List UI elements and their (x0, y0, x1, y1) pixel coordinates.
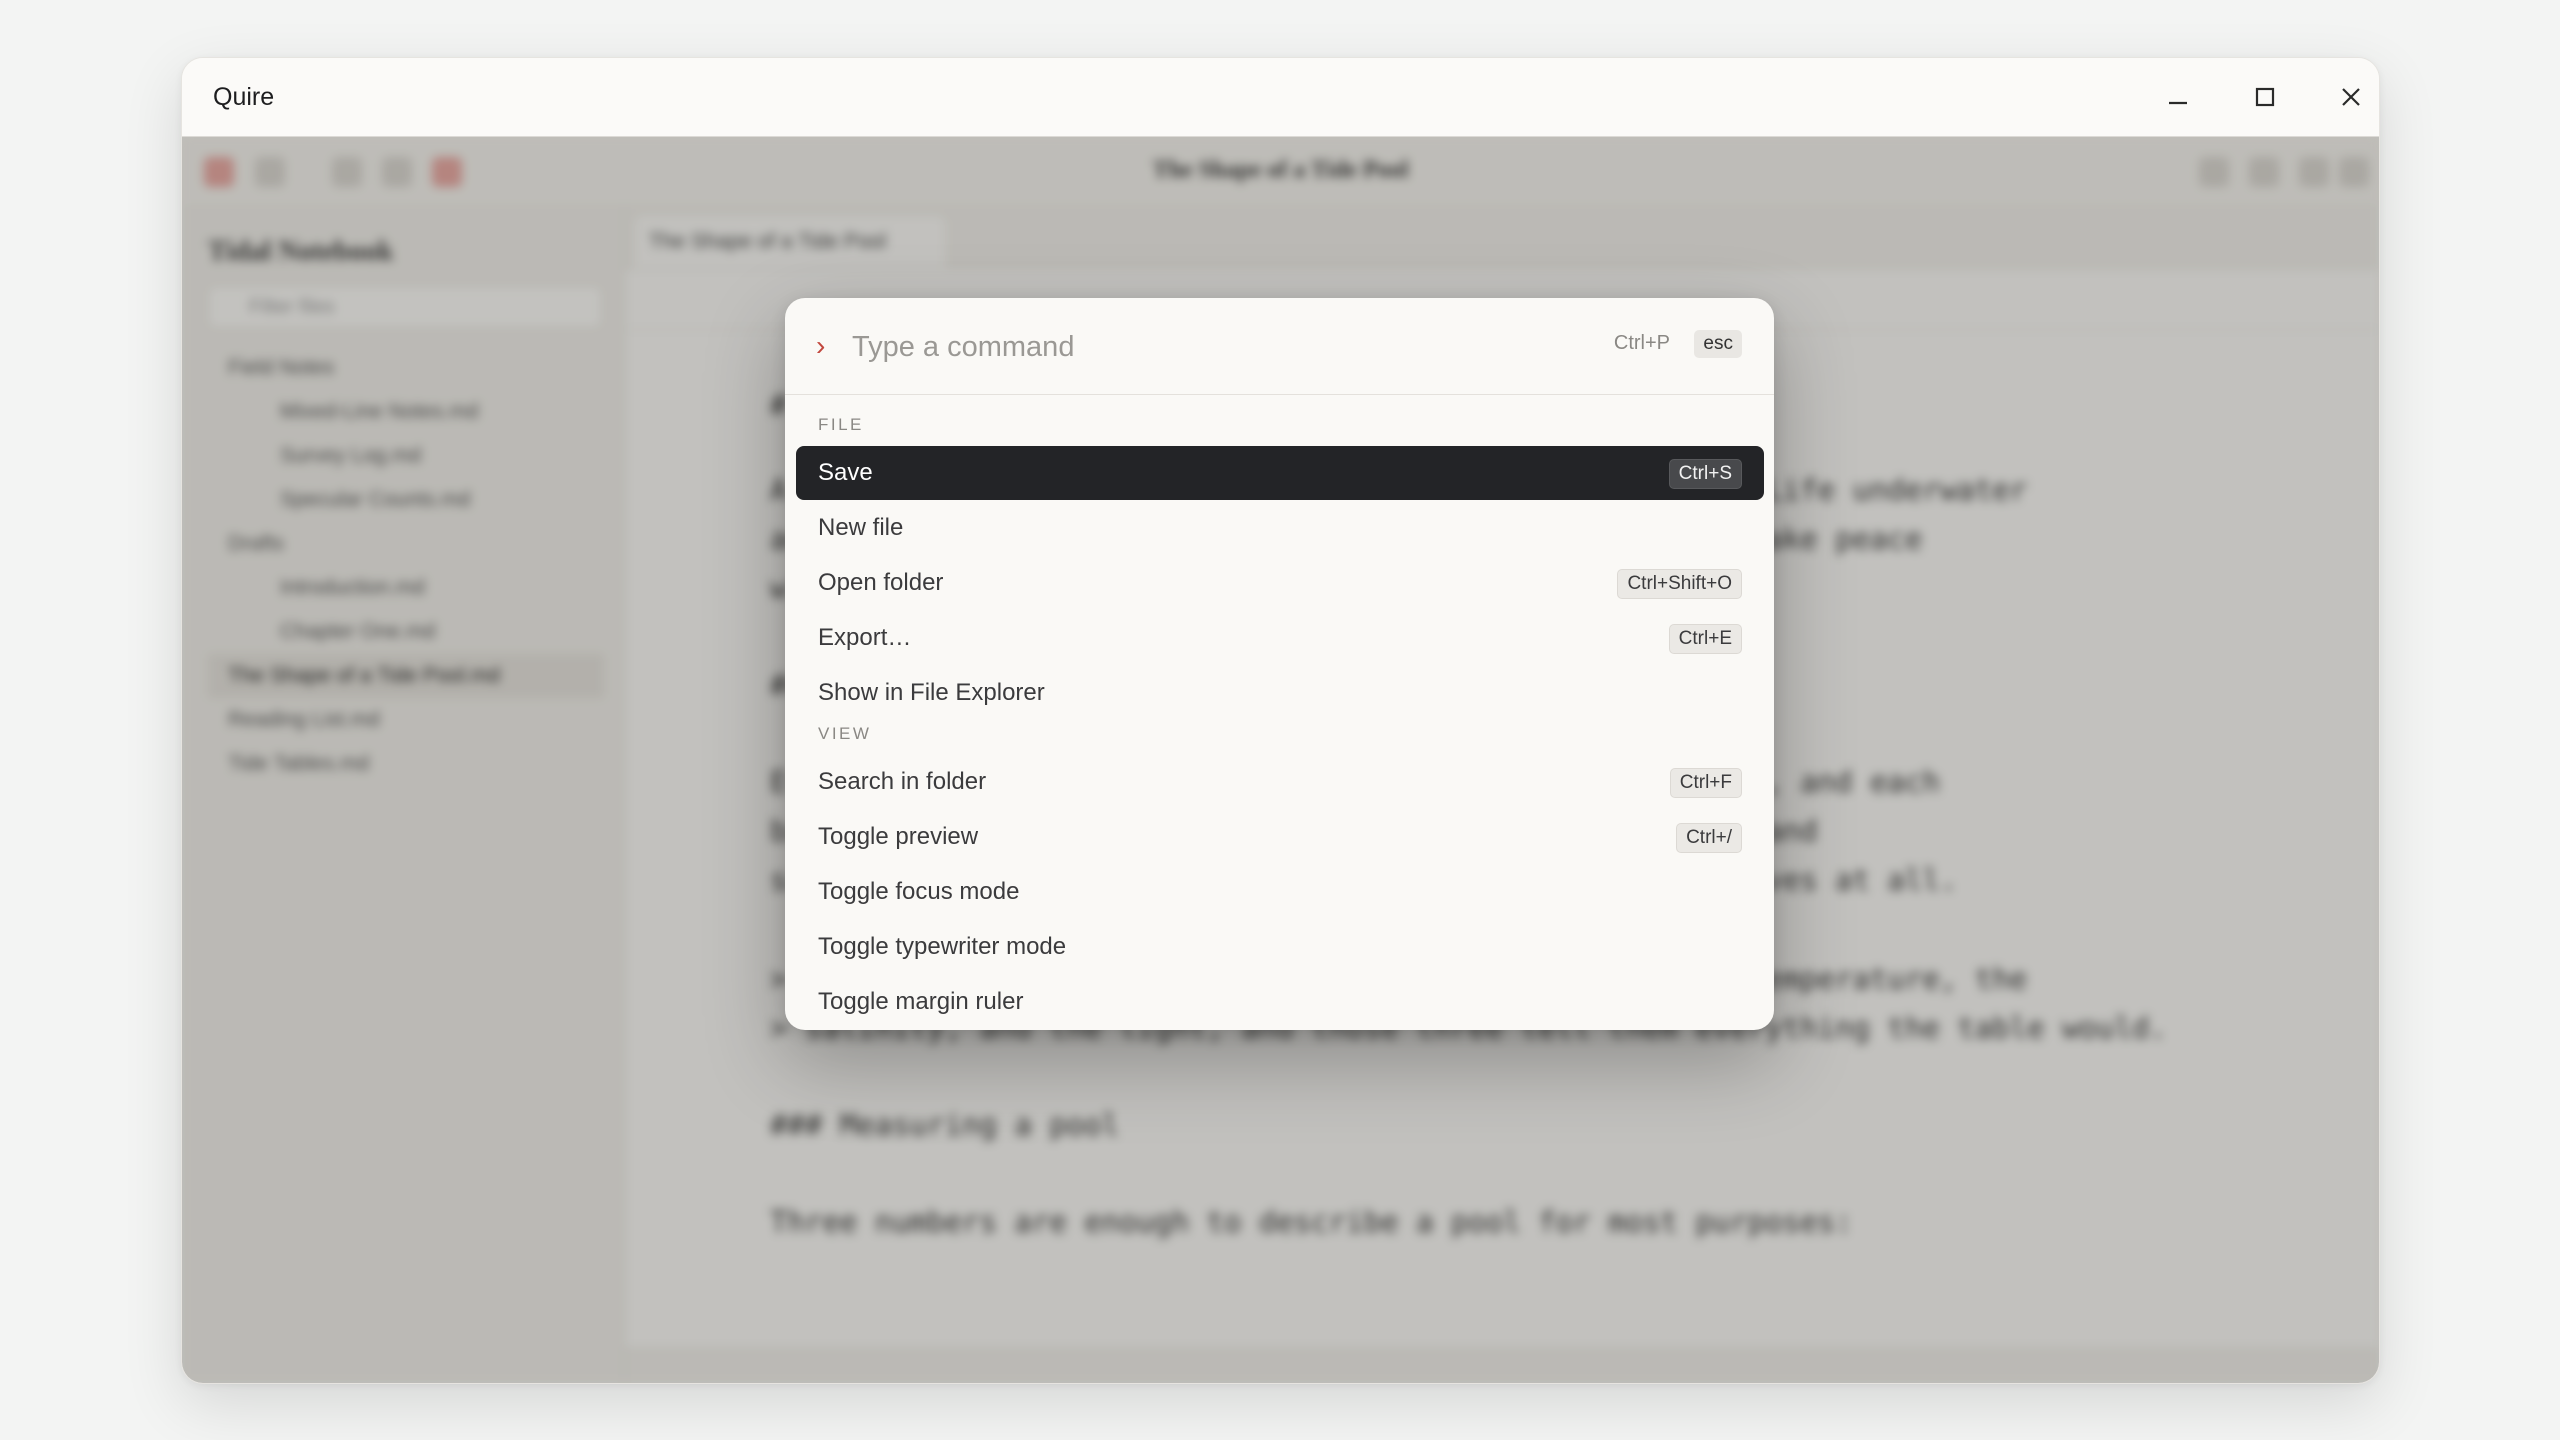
command-item[interactable]: New file (796, 501, 1764, 555)
command-label: New file (818, 514, 904, 541)
command-label: Toggle typewriter mode (818, 933, 1067, 960)
command-item[interactable]: Search in folder Ctrl+F (796, 755, 1764, 809)
open-shortcut-hint: Ctrl+P (1613, 332, 1670, 354)
command-item[interactable]: Toggle focus mode (796, 865, 1764, 919)
command-label: Open folder (818, 569, 944, 596)
command-label: Show in File Explorer (818, 679, 1045, 706)
maximize-button[interactable] (2235, 58, 2295, 136)
escape-key-hint[interactable]: esc (1694, 330, 1742, 358)
close-button[interactable] (2321, 58, 2379, 136)
command-input-row: › Ctrl+P esc (785, 298, 1774, 395)
command-label: Save (818, 459, 873, 486)
command-shortcut: Ctrl+Shift+O (1617, 569, 1742, 599)
command-item[interactable]: Show in File Explorer (796, 666, 1764, 720)
window-title: Quire (213, 82, 275, 111)
command-label: Export… (818, 624, 912, 651)
command-item[interactable]: Toggle preview Ctrl+/ (796, 810, 1764, 864)
command-item[interactable]: Save Ctrl+S (796, 446, 1764, 500)
maximize-icon (2255, 87, 2275, 107)
command-shortcut: Ctrl+/ (1676, 823, 1742, 853)
command-shortcut: Ctrl+F (1669, 768, 1742, 798)
section-label-view: VIEW (818, 724, 872, 743)
command-input[interactable] (850, 322, 1494, 372)
title-bar: Quire (182, 58, 2379, 137)
minimize-button[interactable] (2148, 58, 2208, 136)
command-item[interactable]: Open folder Ctrl+Shift+O (796, 556, 1764, 610)
close-icon (2342, 88, 2360, 106)
minimize-icon (2169, 101, 2187, 105)
command-palette: › Ctrl+P esc FILE Save Ctrl+S New file Open … (785, 298, 1774, 1030)
section-label-file: FILE (818, 415, 864, 434)
command-label: Toggle margin ruler (818, 988, 1024, 1015)
command-label: Search in folder (818, 768, 987, 795)
command-item[interactable]: Toggle typewriter mode (796, 920, 1764, 974)
command-item[interactable]: Export… Ctrl+E (796, 611, 1764, 665)
command-shortcut: Ctrl+S (1668, 459, 1742, 489)
command-shortcut: Ctrl+E (1668, 624, 1742, 654)
command-list: FILE Save Ctrl+S New file Open folder Ctrl+Sh… (785, 395, 1774, 1030)
prompt-chevron-icon: › (816, 330, 826, 361)
command-item[interactable]: Toggle margin ruler (796, 975, 1764, 1029)
command-label: Toggle preview (818, 823, 979, 850)
command-label: Toggle focus mode (818, 878, 1020, 905)
